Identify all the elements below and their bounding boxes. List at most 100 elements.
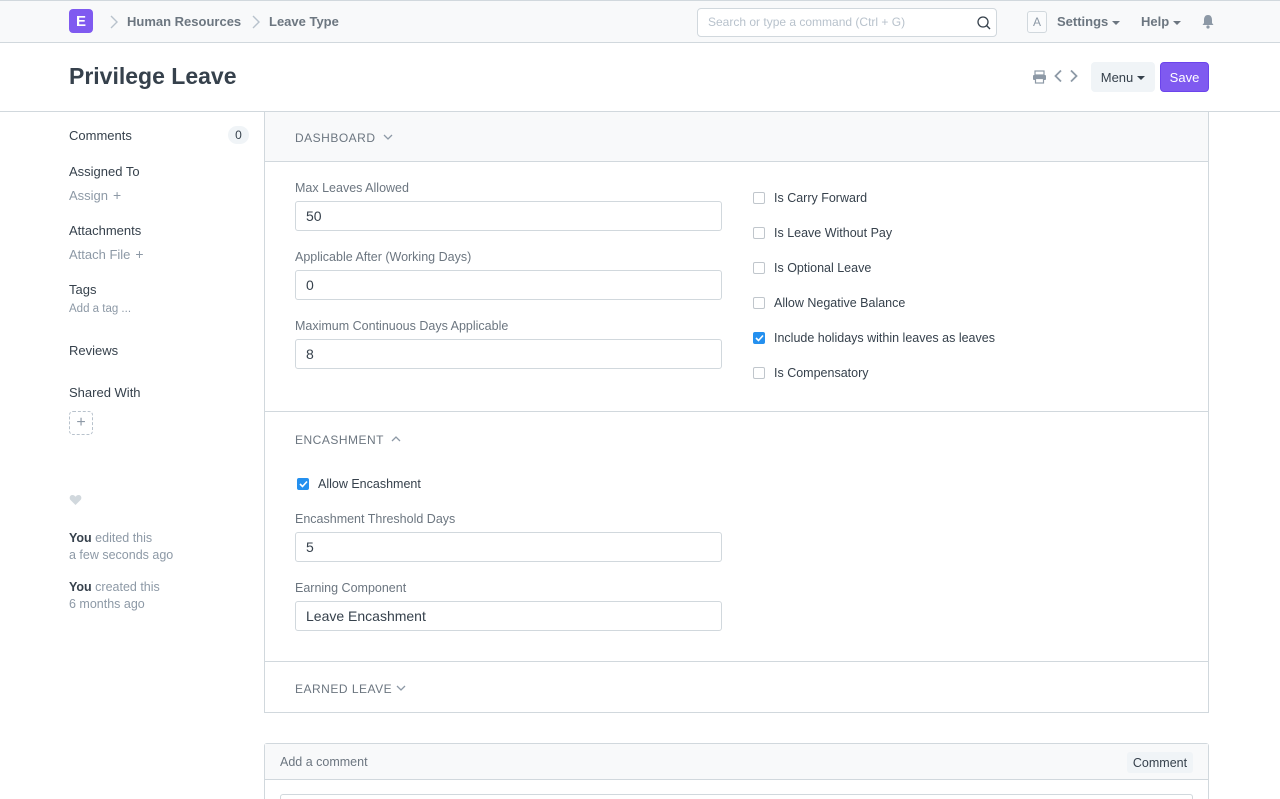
timeline-item: You created this 6 months ago	[69, 579, 160, 613]
assign-link[interactable]: Assign +	[69, 187, 121, 203]
check-is-optional-leave[interactable]: Is Optional Leave	[753, 261, 871, 275]
checkbox[interactable]	[753, 297, 765, 309]
page-title: Privilege Leave	[69, 63, 237, 89]
check-label: Allow Negative Balance	[774, 296, 906, 310]
search-input[interactable]	[708, 15, 968, 29]
check-label: Is Leave Without Pay	[774, 226, 893, 240]
bell-icon[interactable]	[1201, 14, 1215, 29]
max-leaves-label: Max Leaves Allowed	[295, 181, 409, 195]
timeline-action: edited this	[95, 531, 153, 545]
check-is-leave-without-pay[interactable]: Is Leave Without Pay	[753, 226, 892, 240]
menu-label: Menu	[1100, 69, 1134, 85]
attach-file-label: Attach File	[69, 247, 131, 262]
earning-component-input[interactable]	[295, 601, 722, 631]
attachments-label: Attachments	[69, 223, 142, 238]
chevron-right-icon	[252, 15, 260, 29]
timeline-action: created this	[95, 580, 160, 594]
encashment-title: ENCASHMENT	[295, 433, 385, 447]
timeline-actor: You	[69, 580, 92, 594]
max-leaves-input[interactable]	[295, 201, 722, 231]
check-label: Allow Encashment	[318, 477, 421, 491]
chevron-up-icon	[391, 436, 401, 442]
checkbox[interactable]	[753, 367, 765, 379]
settings-dropdown[interactable]: Settings	[1057, 14, 1121, 29]
timeline-line: You created this	[69, 579, 160, 596]
check-allow-encashment[interactable]: Allow Encashment	[297, 477, 421, 491]
add-tag-link[interactable]: Add a tag ...	[69, 303, 131, 315]
earning-component-label: Earning Component	[295, 581, 407, 595]
dashboard-section-header[interactable]: DASHBOARD	[265, 112, 1208, 162]
chevron-down-icon	[396, 685, 406, 691]
avatar[interactable]: A	[1027, 11, 1047, 33]
check-label: Is Compensatory	[774, 366, 869, 380]
help-dropdown[interactable]: Help	[1141, 14, 1182, 29]
comments-label[interactable]: Comments	[69, 128, 132, 143]
leave-type-form: DASHBOARD Max Leaves Allowed Applicable …	[264, 112, 1209, 713]
settings-label: Settings	[1057, 14, 1109, 29]
timeline-time: a few seconds ago	[69, 548, 174, 562]
encashment-threshold-input[interactable]	[295, 532, 722, 562]
check-is-compensatory[interactable]: Is Compensatory	[753, 366, 868, 380]
timeline-line: You edited this	[69, 530, 173, 547]
shared-with-label: Shared With	[69, 385, 141, 400]
reviews-label: Reviews	[69, 343, 119, 358]
assign-label: Assign	[69, 188, 109, 203]
checkbox[interactable]	[753, 262, 765, 274]
chevron-right-icon	[110, 15, 118, 29]
checkbox[interactable]	[753, 227, 765, 239]
breadcrumb-leave-type[interactable]: Leave Type	[269, 14, 339, 29]
heart-icon[interactable]	[69, 494, 82, 506]
menu-button[interactable]: Menu	[1091, 62, 1155, 92]
applicable-after-input[interactable]	[295, 270, 722, 300]
check-label: Is Carry Forward	[774, 191, 868, 205]
breadcrumb-human-resources[interactable]: Human Resources	[127, 14, 241, 29]
caret-down-icon	[1137, 76, 1146, 81]
timeline-item: You edited this a few seconds ago	[69, 530, 173, 564]
check-icon	[298, 480, 308, 488]
navbar: E Human Resources Leave Type A Settings …	[0, 0, 1280, 43]
applicable-after-label: Applicable After (Working Days)	[295, 250, 472, 264]
search-box[interactable]	[697, 8, 997, 37]
timeline-time: 6 months ago	[69, 597, 145, 611]
checkbox-checked[interactable]	[753, 332, 765, 344]
comment-input[interactable]	[280, 794, 1193, 799]
comments-count-badge: 0	[228, 126, 249, 144]
encashment-threshold-label: Encashment Threshold Days	[295, 512, 456, 526]
add-share-button[interactable]: +	[69, 411, 93, 435]
search-icon[interactable]	[976, 15, 992, 31]
check-include-holidays[interactable]: Include holidays within leaves as leaves	[753, 331, 995, 345]
checkbox[interactable]	[753, 192, 765, 204]
assigned-to-label: Assigned To	[69, 164, 140, 179]
comment-header: Add a comment Comment	[265, 744, 1208, 780]
chevron-left-icon[interactable]	[1053, 69, 1063, 83]
page-header: Privilege Leave Menu Save	[0, 43, 1280, 112]
check-label: Is Optional Leave	[774, 261, 872, 275]
check-icon	[754, 334, 764, 342]
plus-icon: +	[135, 246, 144, 262]
earned-leave-title: EARNED LEAVE	[295, 682, 393, 696]
caret-down-icon	[1112, 20, 1121, 25]
save-button[interactable]: Save	[1160, 62, 1209, 92]
app-logo[interactable]: E	[69, 9, 93, 33]
comment-button[interactable]: Comment	[1127, 752, 1193, 773]
timeline-actor: You	[69, 531, 92, 545]
section-divider	[265, 661, 1208, 662]
plus-icon: +	[113, 187, 122, 203]
add-comment-label: Add a comment	[280, 755, 368, 769]
dashboard-title: DASHBOARD	[295, 131, 376, 145]
attach-file-link[interactable]: Attach File +	[69, 246, 144, 262]
checkbox-checked[interactable]	[297, 478, 309, 490]
print-icon[interactable]	[1032, 70, 1047, 84]
check-is-carry-forward[interactable]: Is Carry Forward	[753, 191, 867, 205]
chevron-down-icon	[383, 134, 393, 140]
check-allow-negative-balance[interactable]: Allow Negative Balance	[753, 296, 905, 310]
max-continuous-input[interactable]	[295, 339, 722, 369]
tags-label: Tags	[69, 282, 97, 297]
check-label: Include holidays within leaves as leaves	[774, 331, 995, 345]
max-continuous-label: Maximum Continuous Days Applicable	[295, 319, 509, 333]
comment-box: Add a comment Comment	[264, 743, 1209, 799]
help-label: Help	[1141, 14, 1170, 29]
chevron-right-icon[interactable]	[1069, 69, 1079, 83]
caret-down-icon	[1173, 20, 1182, 25]
section-divider	[265, 411, 1208, 412]
